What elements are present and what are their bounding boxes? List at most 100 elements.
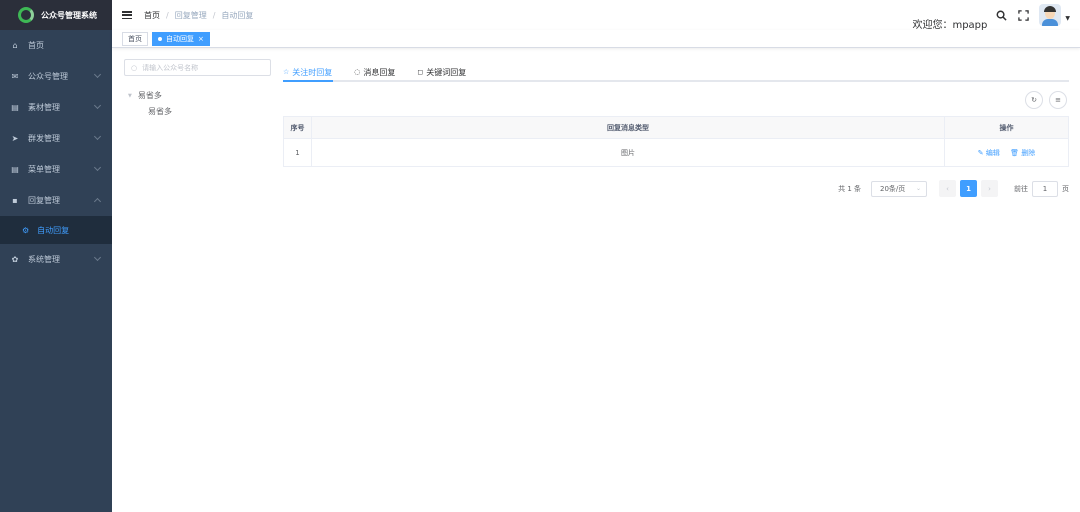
tab-label: 关注时回复 bbox=[292, 67, 333, 77]
avatar[interactable] bbox=[1039, 4, 1062, 26]
tag-auto-reply[interactable]: 自动回复 × bbox=[152, 31, 210, 46]
next-page-button[interactable]: › bbox=[981, 180, 998, 197]
table-header-row: 序号 回复消息类型 操作 bbox=[283, 116, 1069, 139]
goto-page: 前往 1 页 bbox=[1014, 180, 1069, 197]
chat-icon: ◌ bbox=[354, 68, 361, 76]
edit-link[interactable]: ✎ 编辑 bbox=[978, 149, 1000, 157]
cell-index: 1 bbox=[283, 138, 312, 167]
wechat-icon: ✉ bbox=[11, 72, 19, 81]
app-title: 公众号管理系统 bbox=[41, 10, 97, 20]
account-search[interactable]: ○ bbox=[124, 59, 271, 76]
sidebar: 公众号管理系统 ⌂ 首页 ✉ 公众号管理 ▤ 素材管理 ➤ 群发管理 ▤ 菜单管… bbox=[0, 0, 112, 512]
sidebar-item-reply[interactable]: ▪ 回复管理 bbox=[0, 185, 112, 216]
auto-reply-icon: ⚙ bbox=[22, 225, 30, 235]
trash-icon: 🗑 bbox=[1010, 148, 1019, 157]
breadcrumb-current: 自动回复 bbox=[221, 10, 254, 20]
chevron-up-icon bbox=[93, 197, 102, 206]
delete-label: 删除 bbox=[1021, 148, 1036, 157]
column-header-actions: 操作 bbox=[944, 116, 1069, 139]
goto-suffix: 页 bbox=[1062, 184, 1069, 193]
sidebar-item-home[interactable]: ⌂ 首页 bbox=[0, 30, 112, 61]
chevron-down-icon bbox=[93, 70, 102, 79]
edit-label: 编辑 bbox=[985, 148, 1000, 157]
goto-label: 前往 bbox=[1014, 184, 1028, 193]
caret-down-icon[interactable]: ▼ bbox=[1065, 15, 1070, 22]
send-icon: ➤ bbox=[11, 134, 19, 143]
page-number-button[interactable]: 1 bbox=[960, 180, 977, 197]
keyword-icon: ◻ bbox=[417, 68, 424, 76]
columns-button[interactable]: ≡ bbox=[1049, 91, 1067, 109]
delete-link[interactable]: 🗑 删除 bbox=[1010, 149, 1035, 157]
close-icon[interactable]: × bbox=[198, 35, 204, 43]
tab-message-reply[interactable]: ◌ 消息回复 bbox=[354, 62, 395, 82]
sidebar-item-label: 回复管理 bbox=[28, 196, 60, 205]
columns-icon: ≡ bbox=[1055, 96, 1061, 104]
logo-icon bbox=[18, 7, 34, 23]
table-row: 1 图片 ✎ 编辑 🗑 删除 bbox=[283, 138, 1069, 167]
dashboard-icon: ⌂ bbox=[12, 41, 18, 50]
tree-node-parent[interactable]: ▼ 易省多 bbox=[124, 90, 271, 101]
page-size-value: 20条/页 bbox=[880, 184, 906, 193]
sidebar-subitem-label: 自动回复 bbox=[37, 225, 70, 235]
breadcrumb: 首页 / 回复管理 / 自动回复 bbox=[144, 10, 253, 21]
sidebar-item-label: 系统管理 bbox=[28, 255, 60, 264]
fullscreen-icon[interactable] bbox=[1017, 9, 1029, 21]
prev-page-button[interactable]: ‹ bbox=[939, 180, 956, 197]
goto-page-input[interactable]: 1 bbox=[1032, 180, 1058, 197]
reply-tabs: ☆ 关注时回复 ◌ 消息回复 ◻ 关键词回复 bbox=[283, 62, 1069, 82]
reply-icon: ▪ bbox=[12, 196, 18, 205]
sidebar-item-broadcast[interactable]: ➤ 群发管理 bbox=[0, 123, 112, 154]
sidebar-item-system[interactable]: ✿ 系统管理 bbox=[0, 244, 112, 275]
tree-node-child[interactable]: 易省多 bbox=[124, 106, 271, 117]
page-size-select[interactable]: 20条/页 ⌄ bbox=[871, 180, 927, 197]
edit-icon: ✎ bbox=[977, 148, 984, 157]
hamburger-icon[interactable] bbox=[122, 11, 132, 19]
settings-icon: ✿ bbox=[11, 255, 19, 264]
active-dot-icon bbox=[158, 36, 162, 41]
sidebar-item-label: 公众号管理 bbox=[28, 72, 68, 81]
tab-keyword-reply[interactable]: ◻ 关键词回复 bbox=[417, 62, 466, 82]
chevron-down-icon bbox=[93, 101, 102, 110]
sidebar-item-label: 群发管理 bbox=[28, 134, 60, 143]
reply-table: 序号 回复消息类型 操作 1 图片 ✎ 编辑 🗑 删除 bbox=[283, 116, 1069, 167]
sidebar-item-label: 素材管理 bbox=[28, 103, 60, 112]
cell-actions: ✎ 编辑 🗑 删除 bbox=[944, 138, 1069, 167]
menu-icon: ▤ bbox=[11, 165, 19, 174]
refresh-icon: ↻ bbox=[1031, 96, 1037, 104]
sidebar-item-menu[interactable]: ▤ 菜单管理 bbox=[0, 154, 112, 185]
main-area: 首页 / 回复管理 / 自动回复 欢迎您：mpapp ▼ 首页 自动回复 × ○… bbox=[112, 0, 1080, 512]
tag-label: 自动回复 bbox=[166, 34, 194, 43]
navbar: 首页 / 回复管理 / 自动回复 欢迎您：mpapp ▼ bbox=[112, 0, 1080, 31]
chevron-down-icon: ⌄ bbox=[915, 185, 921, 192]
pagination-total: 共 1 条 bbox=[838, 184, 861, 193]
tags-view: 首页 自动回复 × bbox=[112, 30, 1080, 48]
breadcrumb-reply: 回复管理 bbox=[174, 10, 207, 20]
account-tree-panel: ○ ▼ 易省多 易省多 bbox=[124, 59, 271, 117]
app-logo[interactable]: 公众号管理系统 bbox=[0, 0, 112, 30]
sidebar-subitem-auto-reply[interactable]: ⚙ 自动回复 bbox=[0, 216, 112, 244]
refresh-button[interactable]: ↻ bbox=[1025, 91, 1043, 109]
breadcrumb-separator: / bbox=[212, 10, 216, 20]
account-search-input[interactable] bbox=[142, 63, 263, 72]
tag-label: 首页 bbox=[128, 34, 142, 43]
tag-home[interactable]: 首页 bbox=[122, 31, 148, 46]
sidebar-item-label: 菜单管理 bbox=[28, 165, 60, 174]
chevron-down-icon bbox=[93, 132, 102, 141]
table-toolbar: ↻ ≡ bbox=[283, 82, 1069, 116]
welcome-text: 欢迎您：mpapp bbox=[912, 19, 988, 31]
search-icon: ○ bbox=[131, 63, 138, 72]
navbar-right: 欢迎您：mpapp ▼ bbox=[912, 0, 1080, 31]
sidebar-item-account[interactable]: ✉ 公众号管理 bbox=[0, 61, 112, 92]
expand-icon[interactable]: ▼ bbox=[128, 93, 132, 99]
column-header-type: 回复消息类型 bbox=[311, 116, 945, 139]
breadcrumb-home[interactable]: 首页 bbox=[144, 10, 160, 21]
breadcrumb-separator: / bbox=[166, 10, 169, 20]
tab-follow-reply[interactable]: ☆ 关注时回复 bbox=[283, 62, 332, 82]
sidebar-item-material[interactable]: ▤ 素材管理 bbox=[0, 92, 112, 123]
tab-label: 消息回复 bbox=[363, 67, 396, 77]
sidebar-item-label: 首页 bbox=[28, 41, 44, 50]
reply-content: ☆ 关注时回复 ◌ 消息回复 ◻ 关键词回复 ↻ ≡ 序号 回复消息类型 操作 … bbox=[283, 62, 1069, 197]
star-icon: ☆ bbox=[283, 68, 290, 76]
search-icon[interactable] bbox=[995, 9, 1007, 21]
material-icon: ▤ bbox=[11, 103, 19, 112]
